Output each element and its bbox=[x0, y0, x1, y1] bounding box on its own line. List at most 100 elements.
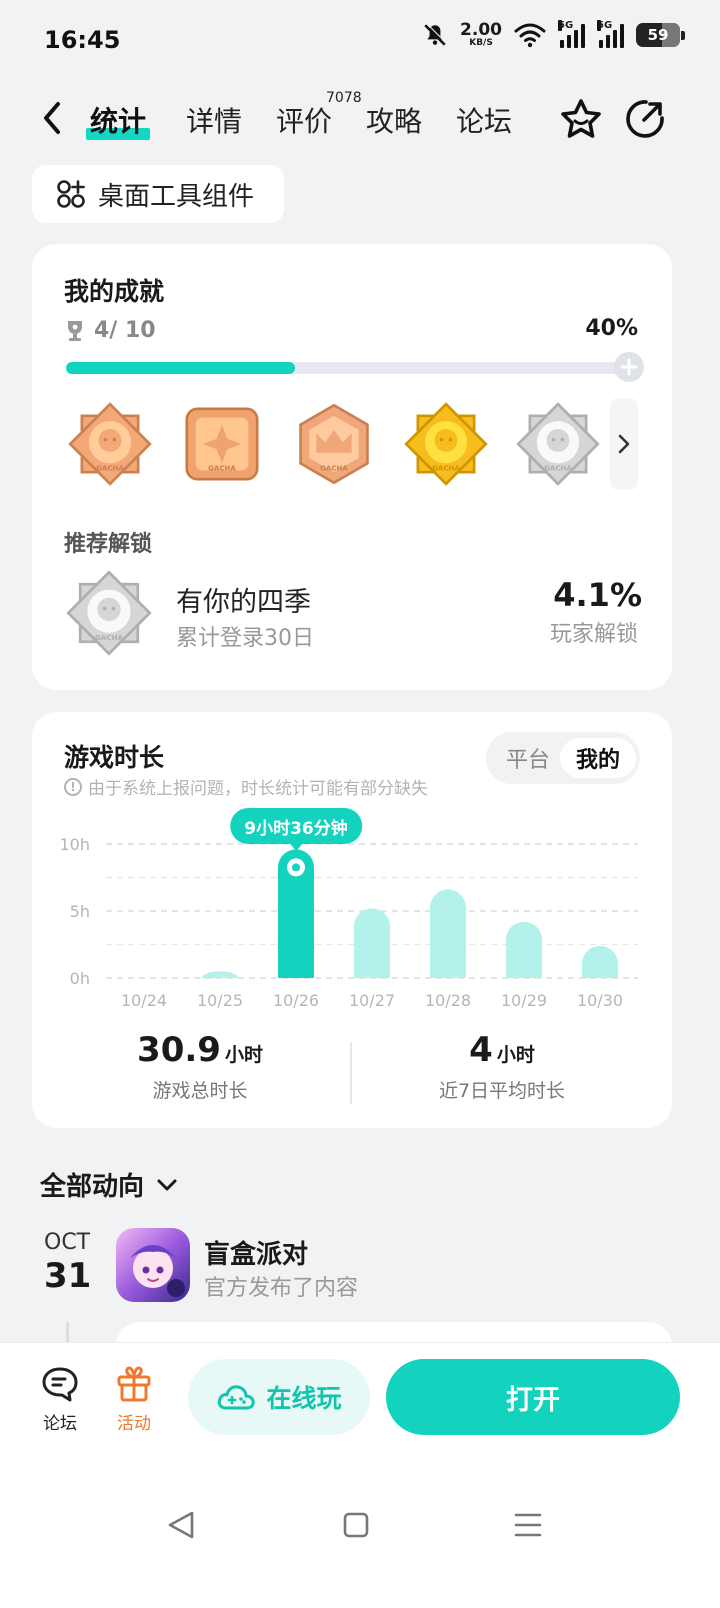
achievements-title: 我的成就 bbox=[64, 277, 165, 306]
top-nav: 统计 详情 评价 7078 攻略 论坛 bbox=[0, 86, 720, 156]
battery-icon: 59 bbox=[636, 23, 685, 47]
chart-bar[interactable] bbox=[582, 945, 618, 978]
signal-icon-sim1: 5G bbox=[558, 20, 585, 48]
status-time: 16:45 bbox=[44, 26, 121, 54]
recommend-unlock-title: 推荐解锁 bbox=[64, 532, 153, 557]
sim1-label: 5G bbox=[558, 20, 574, 31]
info-icon: ! bbox=[64, 777, 82, 796]
recommend-badge-svg: GACHA bbox=[66, 570, 152, 656]
widget-grid-icon bbox=[57, 180, 85, 208]
chart-x-tick-label: 10/27 bbox=[349, 991, 395, 1010]
chart-y-tick-label: 10h bbox=[60, 835, 91, 854]
signal-icon-sim2: 5G bbox=[597, 20, 624, 48]
bottom-action-bar: 论坛 活动 在线玩 打开 bbox=[0, 1342, 720, 1608]
svg-text:GACHA: GACHA bbox=[432, 463, 460, 472]
tab-reviews[interactable]: 评价 bbox=[276, 100, 332, 140]
open-game-label: 打开 bbox=[506, 1384, 560, 1416]
widget-chip-label: 桌面工具组件 bbox=[98, 181, 255, 212]
blind-box-party-app-icon[interactable] bbox=[116, 1228, 190, 1302]
recommend-unlock-percent: 4.1% bbox=[553, 576, 642, 614]
achievement-badge[interactable]: GACHA bbox=[178, 400, 266, 488]
svg-text:GACHA: GACHA bbox=[95, 633, 124, 642]
play-online-label: 在线玩 bbox=[266, 1384, 342, 1413]
chart-bar[interactable] bbox=[506, 921, 542, 978]
feed-day: 31 bbox=[44, 1256, 92, 1296]
achievement-progress-fill bbox=[66, 362, 295, 374]
events-button[interactable]: 活动 bbox=[104, 1365, 164, 1434]
achievement-badge-icon: GACHA bbox=[68, 402, 152, 486]
back-arrow-icon[interactable] bbox=[38, 98, 68, 138]
chart-bar-marker-dot bbox=[292, 863, 300, 872]
playtime-notice: ! 由于系统上报问题，时长统计可能有部分缺失 bbox=[64, 774, 428, 799]
average-playtime: 4 小时 近7日平均时长 bbox=[352, 1030, 652, 1103]
chart-bar[interactable] bbox=[354, 908, 390, 978]
chevron-down-icon bbox=[157, 1179, 177, 1190]
feed-month: OCT bbox=[44, 1230, 91, 1255]
source-toggle: 平台 我的 bbox=[486, 732, 640, 784]
chart-x-tick-label: 10/24 bbox=[121, 991, 167, 1010]
desktop-widget-button[interactable]: 桌面工具组件 bbox=[32, 165, 284, 223]
achievement-badge-icon: GACHA bbox=[516, 402, 600, 486]
share-icon[interactable] bbox=[622, 96, 668, 142]
chart-y-tick-label: 5h bbox=[70, 902, 90, 921]
system-back-icon[interactable] bbox=[162, 1505, 202, 1545]
battery-level: 59 bbox=[647, 26, 669, 44]
chevron-right-icon bbox=[618, 434, 630, 454]
tab-stats[interactable]: 统计 bbox=[85, 100, 151, 140]
progress-end-marker-icon bbox=[614, 352, 644, 382]
achievement-count-text: 4/ 10 bbox=[94, 318, 156, 343]
open-game-button[interactable]: 打开 bbox=[386, 1359, 680, 1435]
total-playtime: 30.9 小时 游戏总时长 bbox=[50, 1030, 350, 1103]
favorite-star-icon[interactable] bbox=[558, 96, 604, 142]
system-home-icon[interactable] bbox=[336, 1505, 376, 1545]
feed-title: 全部动向 bbox=[40, 1172, 145, 1202]
events-button-label: 活动 bbox=[117, 1414, 151, 1434]
total-playtime-label: 游戏总时长 bbox=[152, 1080, 248, 1102]
more-achievements-button[interactable] bbox=[610, 398, 638, 490]
chart-bar[interactable] bbox=[430, 889, 466, 978]
achievement-badge[interactable]: GACHA bbox=[402, 400, 490, 488]
chart-bar[interactable] bbox=[202, 971, 238, 978]
recommend-achievement-name: 有你的四季 bbox=[176, 587, 311, 618]
trophy-icon bbox=[68, 320, 82, 341]
chart-x-tick-label: 10/29 bbox=[501, 991, 547, 1010]
playtime-card: 游戏时长 平台 我的 ! 由于系统上报问题，时长统计可能有部分缺失 0h 5h 10… bbox=[32, 712, 672, 1128]
svg-text:GACHA: GACHA bbox=[208, 463, 236, 472]
mute-bell-icon bbox=[424, 23, 447, 46]
wifi-icon bbox=[514, 23, 546, 48]
tab-guides[interactable]: 攻略 bbox=[366, 100, 422, 140]
achievement-badge-icon: GACHA bbox=[185, 407, 259, 481]
reviews-count-badge: 7078 bbox=[326, 90, 362, 106]
system-menu-icon[interactable] bbox=[508, 1505, 548, 1545]
tab-details[interactable]: 详情 bbox=[186, 100, 242, 140]
toggle-platform[interactable]: 平台 bbox=[490, 738, 566, 778]
achievement-progress-bar bbox=[66, 362, 638, 374]
recommend-badge-icon: GACHA bbox=[64, 568, 154, 658]
forum-button[interactable]: 论坛 bbox=[30, 1365, 90, 1434]
forum-button-label: 论坛 bbox=[43, 1414, 77, 1434]
chart-x-tick-label: 10/28 bbox=[425, 991, 471, 1010]
achievement-badge[interactable]: GACHA bbox=[290, 400, 378, 488]
speed-unit: KB/S bbox=[469, 38, 493, 48]
forum-chat-icon bbox=[42, 1367, 78, 1402]
playtime-title: 游戏时长 bbox=[64, 743, 165, 772]
tab-forum[interactable]: 论坛 bbox=[456, 100, 512, 140]
average-playtime-unit: 小时 bbox=[496, 1044, 535, 1066]
play-online-button[interactable]: 在线玩 bbox=[188, 1359, 370, 1435]
recommend-achievement-desc: 累计登录30日 bbox=[176, 626, 314, 651]
achievement-badge[interactable]: GACHA bbox=[514, 400, 602, 488]
achievement-percent: 40% bbox=[585, 316, 638, 341]
svg-text:GACHA: GACHA bbox=[544, 463, 572, 472]
total-playtime-value: 30.9 bbox=[137, 1030, 221, 1070]
status-icons: 2.00 KB/S 5G 5G 59 bbox=[422, 20, 685, 48]
achievement-badge-list: GACHA GACHA GACHA GACHA GACHA bbox=[66, 400, 602, 488]
gamepad-cloud-icon bbox=[218, 1385, 256, 1410]
toggle-mine[interactable]: 我的 bbox=[560, 738, 636, 778]
achievement-badge[interactable]: GACHA bbox=[66, 400, 154, 488]
feed-filter-dropdown[interactable]: 全部动向 bbox=[40, 1166, 178, 1203]
feed-app-name[interactable]: 盲盒派对 bbox=[204, 1234, 308, 1271]
svg-text:GACHA: GACHA bbox=[96, 463, 124, 472]
chart-y-tick-label: 0h bbox=[70, 969, 90, 988]
recommend-unlock-label: 玩家解锁 bbox=[549, 622, 638, 647]
network-speed: 2.00 KB/S bbox=[460, 22, 502, 48]
